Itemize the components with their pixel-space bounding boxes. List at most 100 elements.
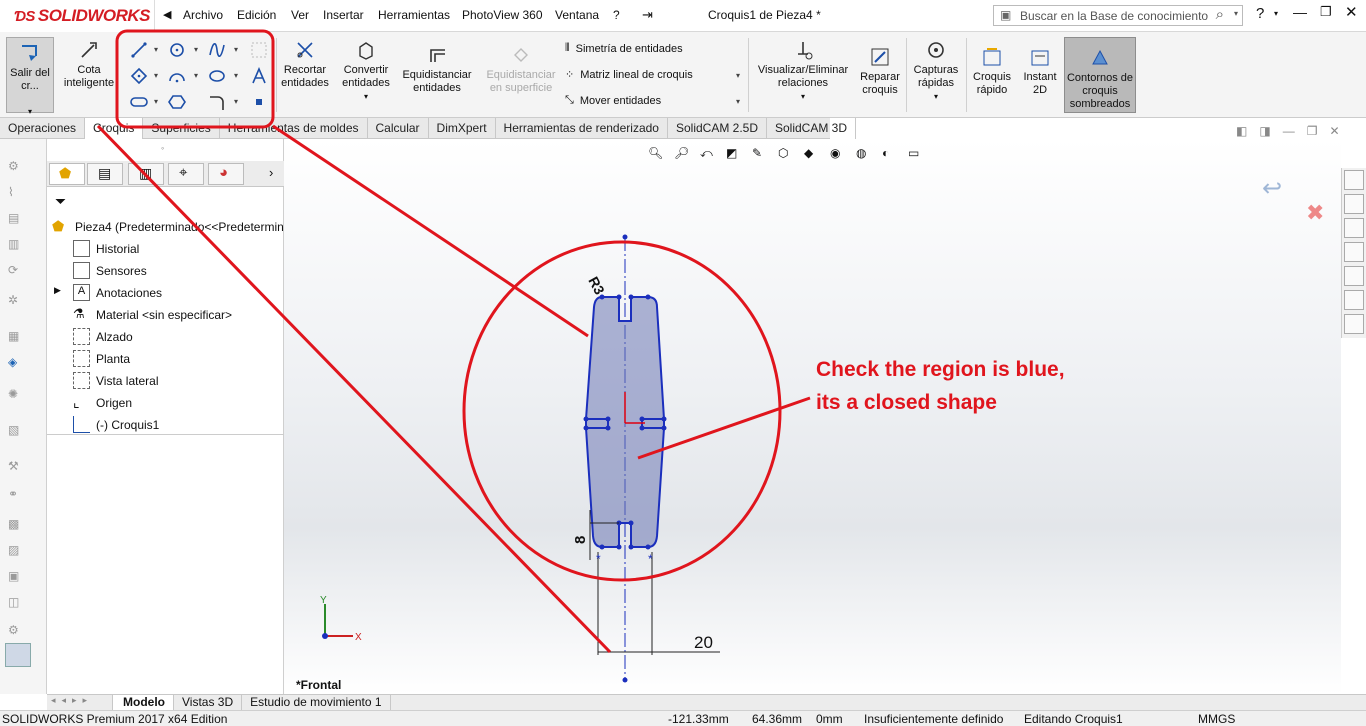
sketch-tool-icon[interactable]: ⚙ [8,159,28,177]
tab-solidcam-3d[interactable]: SolidCAM 3D [767,118,857,139]
shaded-sketch-contours-button[interactable]: Contornos de croquis sombreados [1064,37,1136,113]
tree-root-part[interactable]: ⬟ Pieza4 (Predeterminado<<Predetermin [52,218,284,235]
tab-operaciones[interactable]: Operaciones [0,118,86,139]
tab-property-manager[interactable]: ▤ [87,163,123,185]
tab-configuration[interactable]: ▥ [128,163,164,185]
folder-icon[interactable] [1344,218,1364,238]
cube-icon[interactable]: ◫ [8,595,28,613]
exit-sketch-button[interactable]: Salir del cr... ▾ [6,37,54,116]
appearance-icon[interactable] [1344,266,1364,286]
help-dropdown-icon[interactable]: ▾ [1274,9,1278,18]
instant2d-button[interactable]: Instant 2D [1018,46,1062,97]
dynamic-annotation-icon[interactable]: ✎ [752,146,772,164]
menu-ventana[interactable]: Ventana [555,8,599,22]
tab-display[interactable]: ◕ [208,163,244,185]
resources-icon[interactable] [1344,194,1364,214]
move-entities-button[interactable]: ⤡ Mover entidades [565,94,661,107]
chevron-down-icon[interactable]: ▾ [337,90,395,103]
menu-herramientas[interactable]: Herramientas [378,8,450,22]
tree-item-sensores[interactable]: Sensores [73,262,147,279]
tab-croquis[interactable]: Croquis [85,118,144,139]
tab-scroll-buttons[interactable]: ◂◂▸▸ [47,695,113,710]
ellipse-dropdown-icon[interactable]: ▾ [234,71,238,80]
menu-archivo[interactable]: Archivo [183,8,223,22]
polygon-icon[interactable] [168,93,186,111]
tab-modelo[interactable]: Modelo [113,695,174,710]
view-settings-icon[interactable]: ▭ [908,146,928,164]
settings-icon[interactable]: ✺ [8,387,28,405]
part-icon[interactable]: ▦ [8,329,28,347]
smart-dimension-button[interactable]: Cota inteligente [60,39,118,90]
gear-icon[interactable]: ✲ [8,293,28,311]
offset-entities-button[interactable]: Equidistanciar entidades [398,44,476,95]
rectangle-icon[interactable] [130,67,148,85]
tree-item-vista-lateral[interactable]: Vista lateral [73,372,158,389]
measure-icon[interactable] [5,643,31,667]
stack-icon[interactable]: ▧ [8,423,28,441]
tab-vistas-3d[interactable]: Vistas 3D [174,695,243,710]
custom-properties-icon[interactable] [1344,290,1364,310]
ellipse-icon[interactable] [208,67,226,85]
menu-ver[interactable]: Ver [291,8,309,22]
menu-help[interactable]: ? [613,8,620,22]
repair-sketch-button[interactable]: Reparar croquis [857,46,903,97]
tree-item-anotaciones[interactable]: A Anotaciones [73,284,162,301]
rotate-icon[interactable]: ⟳ [8,263,28,281]
solidworks-logo[interactable]: ƊS SOLIDWORKS [0,0,155,32]
pattern-dropdown-icon[interactable]: ▾ [736,71,740,80]
tree-item-croquis1[interactable]: (-) Croquis1 [73,416,159,433]
slot-dropdown-icon[interactable]: ▾ [154,97,158,106]
collapse-left-icon[interactable]: ◧ [1236,124,1247,138]
pin-icon[interactable]: ⇥ [642,7,653,23]
tree-item-origen[interactable]: ⌞ Origen [73,394,132,411]
tree-item-material[interactable]: ⚗ Material <sin especificar> [73,306,232,323]
slot-icon[interactable] [130,93,148,111]
blocks-icon[interactable]: ▣ [8,569,28,587]
zoom-to-fit-icon[interactable]: 🔍︎ [648,146,668,164]
arc-icon[interactable] [168,67,186,85]
menu-expand-icon[interactable]: ◀ [163,8,171,21]
menu-edicion[interactable]: Edición [237,8,276,22]
circle-dropdown-icon[interactable]: ▾ [194,45,198,54]
tab-solidcam-25d[interactable]: SolidCAM 2.5D [668,118,767,139]
rectangle-dropdown-icon[interactable]: ▾ [154,71,158,80]
circle-icon[interactable] [168,41,186,59]
display-delete-relations-button[interactable]: Visualizar/Eliminar relaciones ▾ [752,39,854,103]
tab-superficies[interactable]: Superficies [143,118,220,139]
rapid-sketch-button[interactable]: Croquis rápido [969,46,1015,97]
view-tool-icon[interactable]: ▥ [8,237,28,255]
box-icon[interactable]: ▩ [8,517,28,535]
component-icon[interactable]: ▨ [8,543,28,561]
expand-arrow-icon[interactable]: ▶ [54,285,61,296]
trim-entities-button[interactable]: Recortar entidades [280,39,330,90]
edit-appearance-icon[interactable]: ◍ [856,146,876,164]
doc-restore-icon[interactable]: ❐ [1307,124,1318,138]
tab-renderizado[interactable]: Herramientas de renderizado [496,118,668,139]
paperclip-icon[interactable]: ⌇ [8,185,28,203]
move-dropdown-icon[interactable]: ▾ [736,97,740,106]
chevron-right-icon[interactable]: › [269,165,273,180]
linear-pattern-button[interactable]: ⁘ Matriz lineal de croquis [565,68,693,82]
feature-tool-icon[interactable]: ▤ [8,211,28,229]
text-icon[interactable] [250,66,268,85]
tab-herramientas-moldes[interactable]: Herramientas de moldes [220,118,368,139]
collapse-handle-icon[interactable]: ◦ [161,143,164,153]
arc-dropdown-icon[interactable]: ▾ [194,71,198,80]
spline-icon[interactable] [208,41,226,59]
restore-icon[interactable]: ❐ [1320,4,1332,20]
tree-item-historial[interactable]: Historial [73,240,139,257]
plane-icon[interactable]: ◈ [8,355,28,373]
explode-icon[interactable]: ⚙ [8,623,28,641]
menu-photoview[interactable]: PhotoView 360 [462,8,543,22]
convert-entities-button[interactable]: Convertir entidades ▾ [337,39,395,103]
line-dropdown-icon[interactable]: ▾ [154,45,158,54]
collapse-right-icon[interactable]: ◨ [1259,124,1270,138]
tab-calcular[interactable]: Calcular [368,118,429,139]
offset-surface-button[interactable]: Equidistanciar en superficie [481,44,561,95]
search-icon[interactable]: ⌕ [1216,6,1224,23]
line-icon[interactable] [130,41,148,59]
hide-show-icon[interactable]: ◉ [830,146,850,164]
chevron-down-icon[interactable]: ▾ [910,90,962,103]
minimize-icon[interactable]: — [1293,4,1307,20]
previous-view-icon[interactable]: ⤺ [700,146,720,164]
